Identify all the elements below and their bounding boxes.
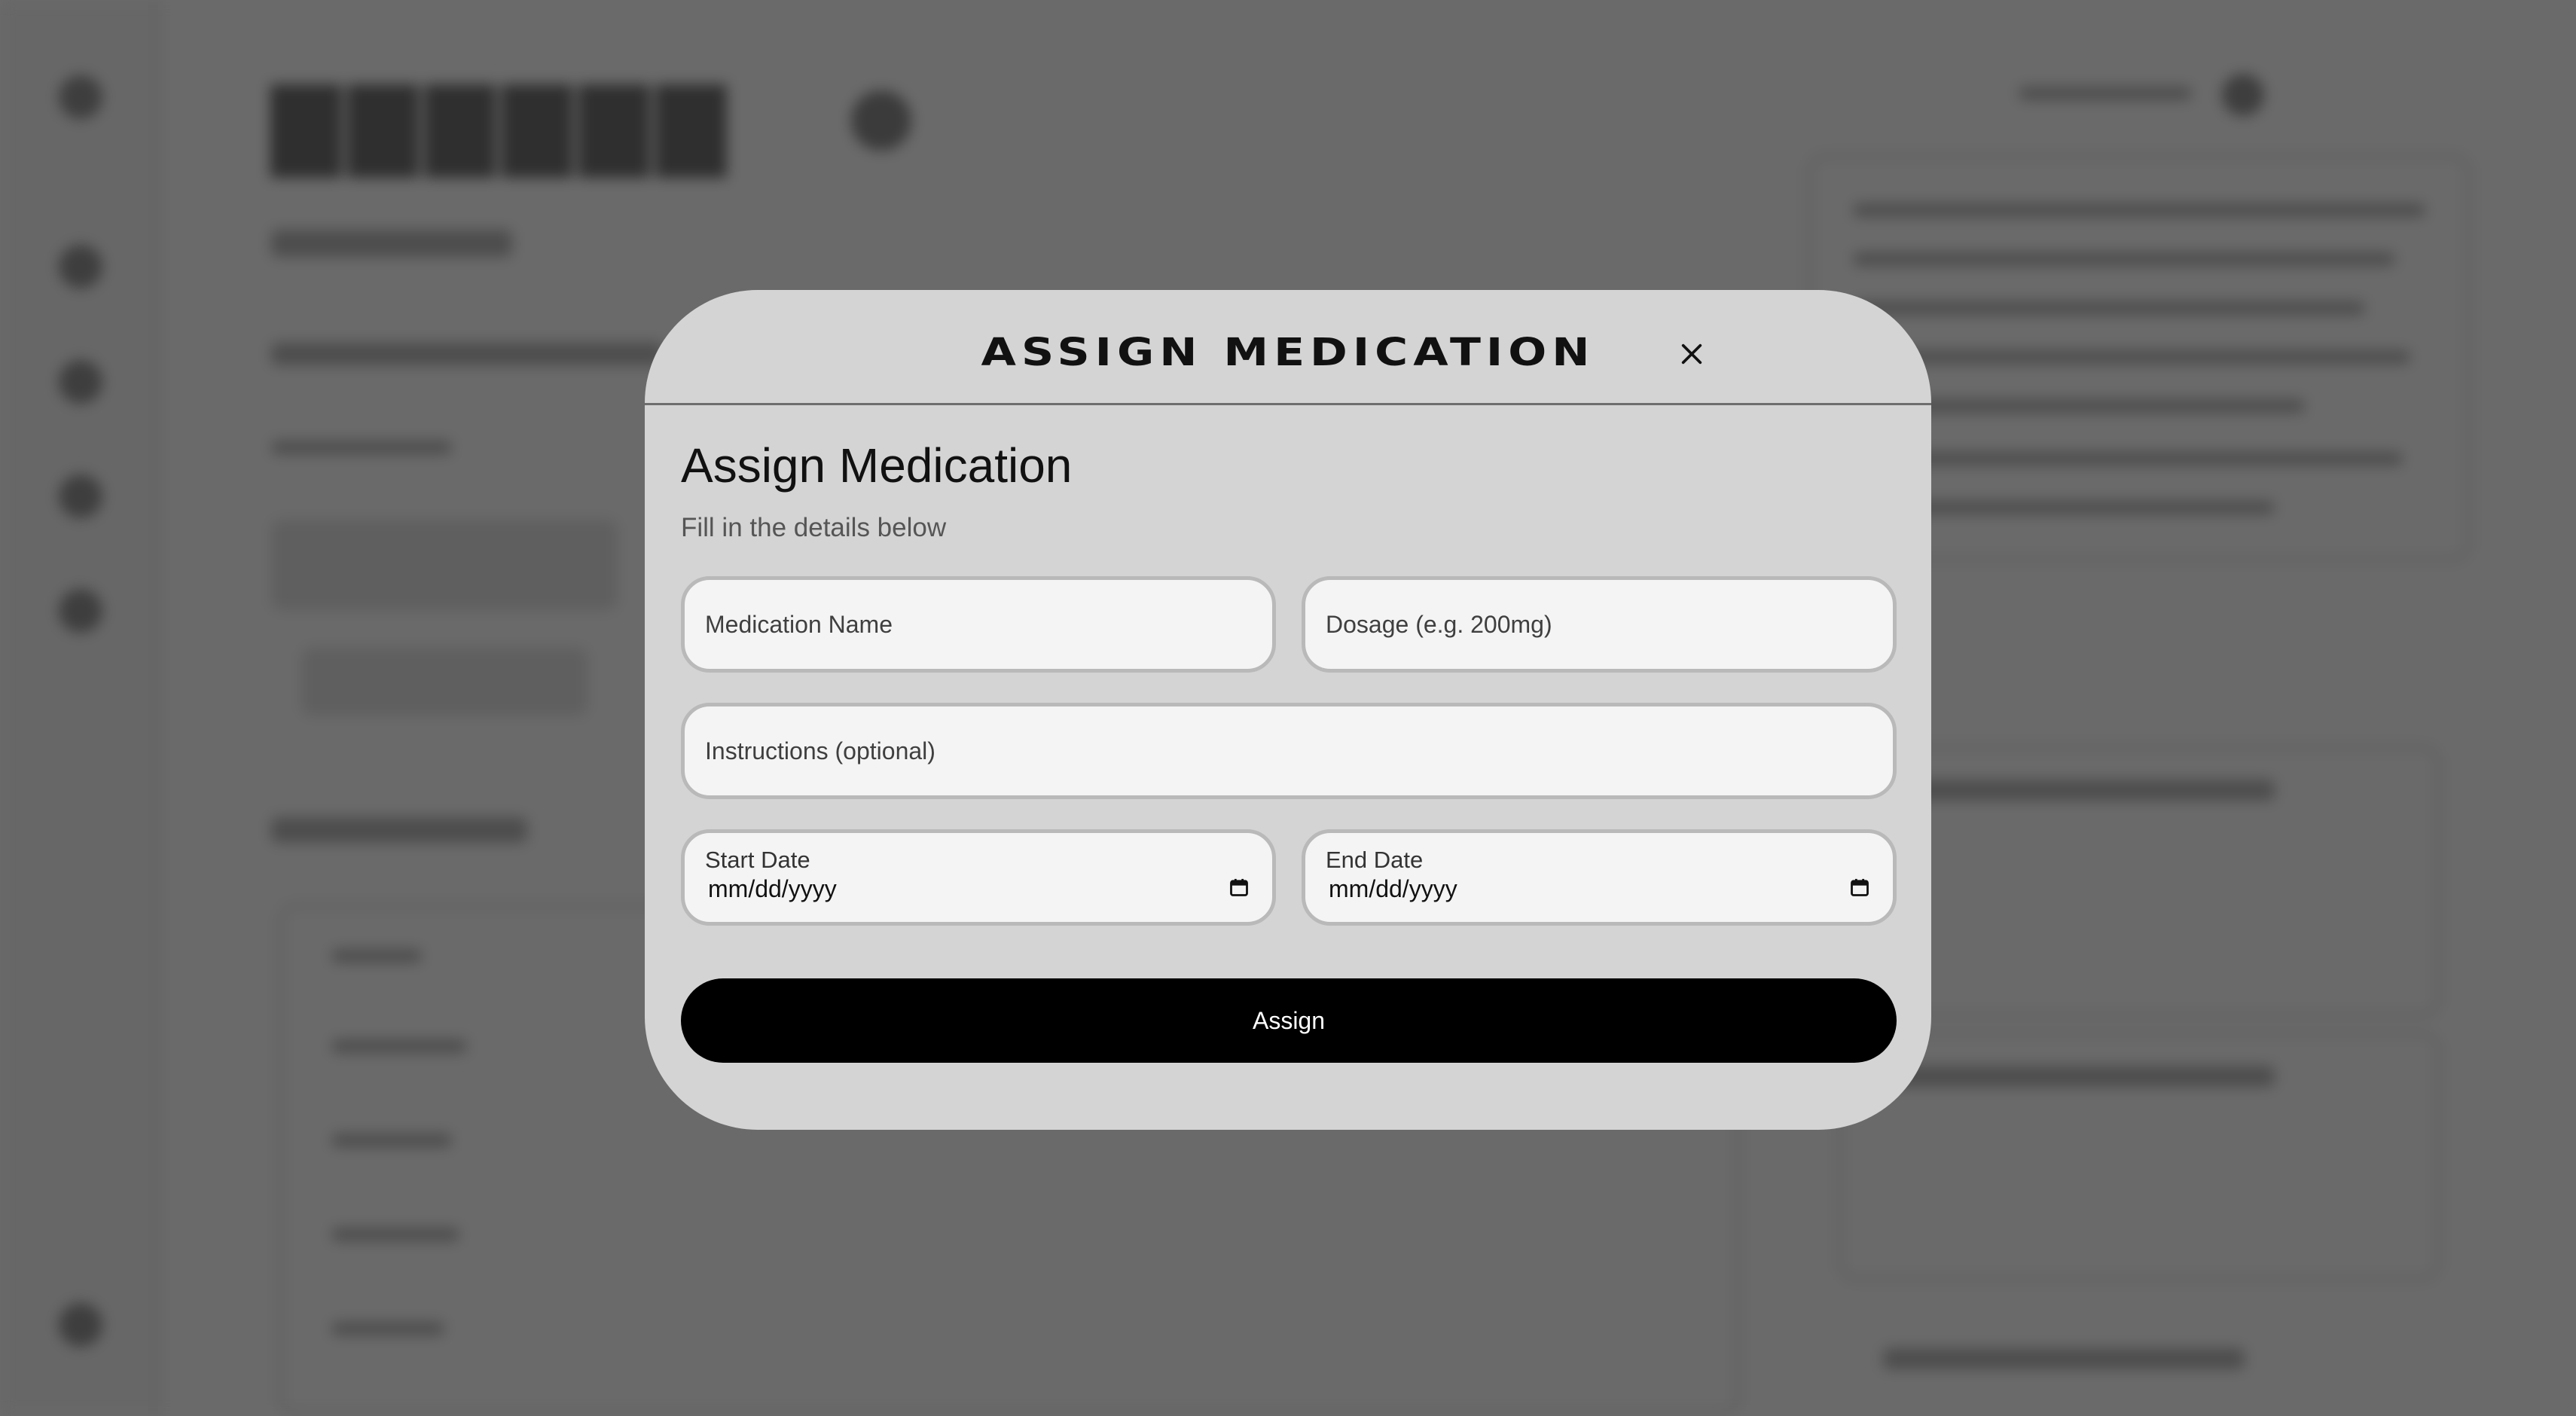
instructions-input[interactable]	[685, 706, 1893, 795]
background-sidebar	[0, 0, 160, 1416]
dosage-input[interactable]	[1305, 580, 1893, 669]
assign-button[interactable]: Assign	[681, 978, 1897, 1063]
assign-medication-modal: ASSIGN MEDICATION Assign Medication Fill…	[645, 290, 1931, 1130]
background-card-title	[1883, 1066, 2275, 1087]
background-card-title	[1883, 780, 2275, 801]
background-menu-icon	[59, 75, 102, 119]
background-notes-line	[1853, 350, 2410, 364]
start-date-input[interactable]: mm/dd/yyyy	[708, 875, 837, 903]
background-section-title	[271, 817, 527, 843]
background-table-row	[331, 1322, 444, 1335]
start-date-field[interactable]: Start Date mm/dd/yyyy	[681, 829, 1276, 926]
background-table-header	[331, 949, 422, 963]
background-heading	[271, 230, 512, 257]
modal-header: ASSIGN MEDICATION	[645, 290, 1931, 405]
calendar-icon[interactable]	[1849, 877, 1870, 898]
background-notes-line	[1853, 452, 2403, 465]
background-user-icon	[59, 475, 102, 518]
background-logo-mark	[851, 90, 911, 151]
background-logo: ▇▇▇▇▇▇	[271, 72, 734, 177]
background-logout-icon	[59, 1303, 102, 1347]
calendar-icon[interactable]	[1228, 877, 1250, 898]
medication-name-field[interactable]	[681, 576, 1276, 673]
close-icon	[1681, 343, 1702, 365]
background-table-row	[331, 1039, 467, 1053]
background-settings-icon	[59, 589, 102, 633]
background-label	[271, 441, 452, 454]
modal-title: Assign Medication	[681, 438, 1073, 493]
end-date-field[interactable]: End Date mm/dd/yyyy	[1302, 829, 1897, 926]
background-subheading	[271, 343, 663, 365]
background-notes-line	[1853, 252, 2395, 266]
background-home-icon	[59, 245, 102, 288]
background-card-title	[1883, 1348, 2245, 1369]
background-folder-icon	[59, 360, 102, 404]
end-date-label: End Date	[1326, 847, 1424, 873]
close-button[interactable]	[1660, 322, 1723, 386]
background-avatar	[2222, 74, 2264, 116]
end-date-input[interactable]: mm/dd/yyyy	[1329, 875, 1457, 903]
background-table-row	[331, 1134, 452, 1147]
background-tab	[301, 648, 588, 716]
background-table-row	[331, 1228, 459, 1241]
instructions-field[interactable]	[681, 703, 1897, 799]
modal-subtitle: Fill in the details below	[681, 513, 947, 542]
start-date-label: Start Date	[705, 847, 810, 873]
background-user-name	[2019, 87, 2192, 100]
background-button	[271, 520, 618, 610]
dosage-field[interactable]	[1302, 576, 1897, 673]
background-notes-line	[1853, 203, 2425, 217]
medication-name-input[interactable]	[685, 580, 1272, 669]
modal-brand-title: ASSIGN MEDICATION	[981, 330, 1595, 375]
